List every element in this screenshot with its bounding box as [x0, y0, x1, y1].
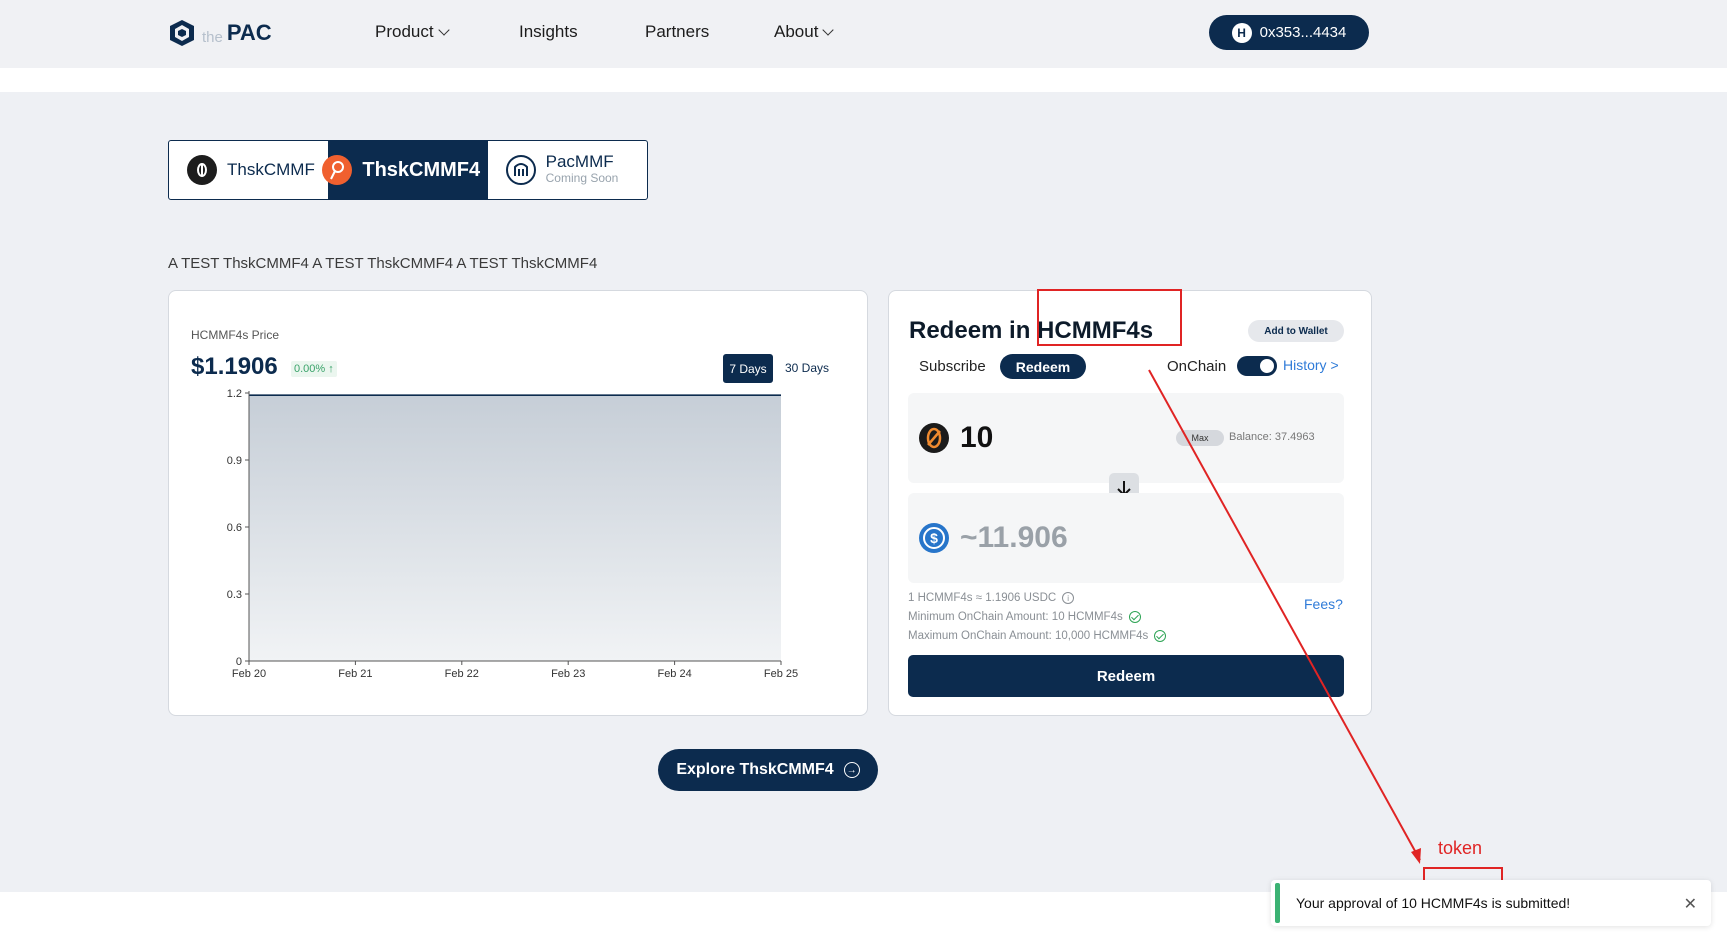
toast-status-bar	[1275, 883, 1280, 923]
annotation-arrow	[1148, 369, 1421, 864]
toast-message: Your approval of 10 HCMMF4s is submitted…	[1296, 895, 1571, 911]
toast-notification: Your approval of 10 HCMMF4s is submitted…	[1271, 880, 1711, 926]
close-icon[interactable]: ✕	[1684, 894, 1697, 914]
